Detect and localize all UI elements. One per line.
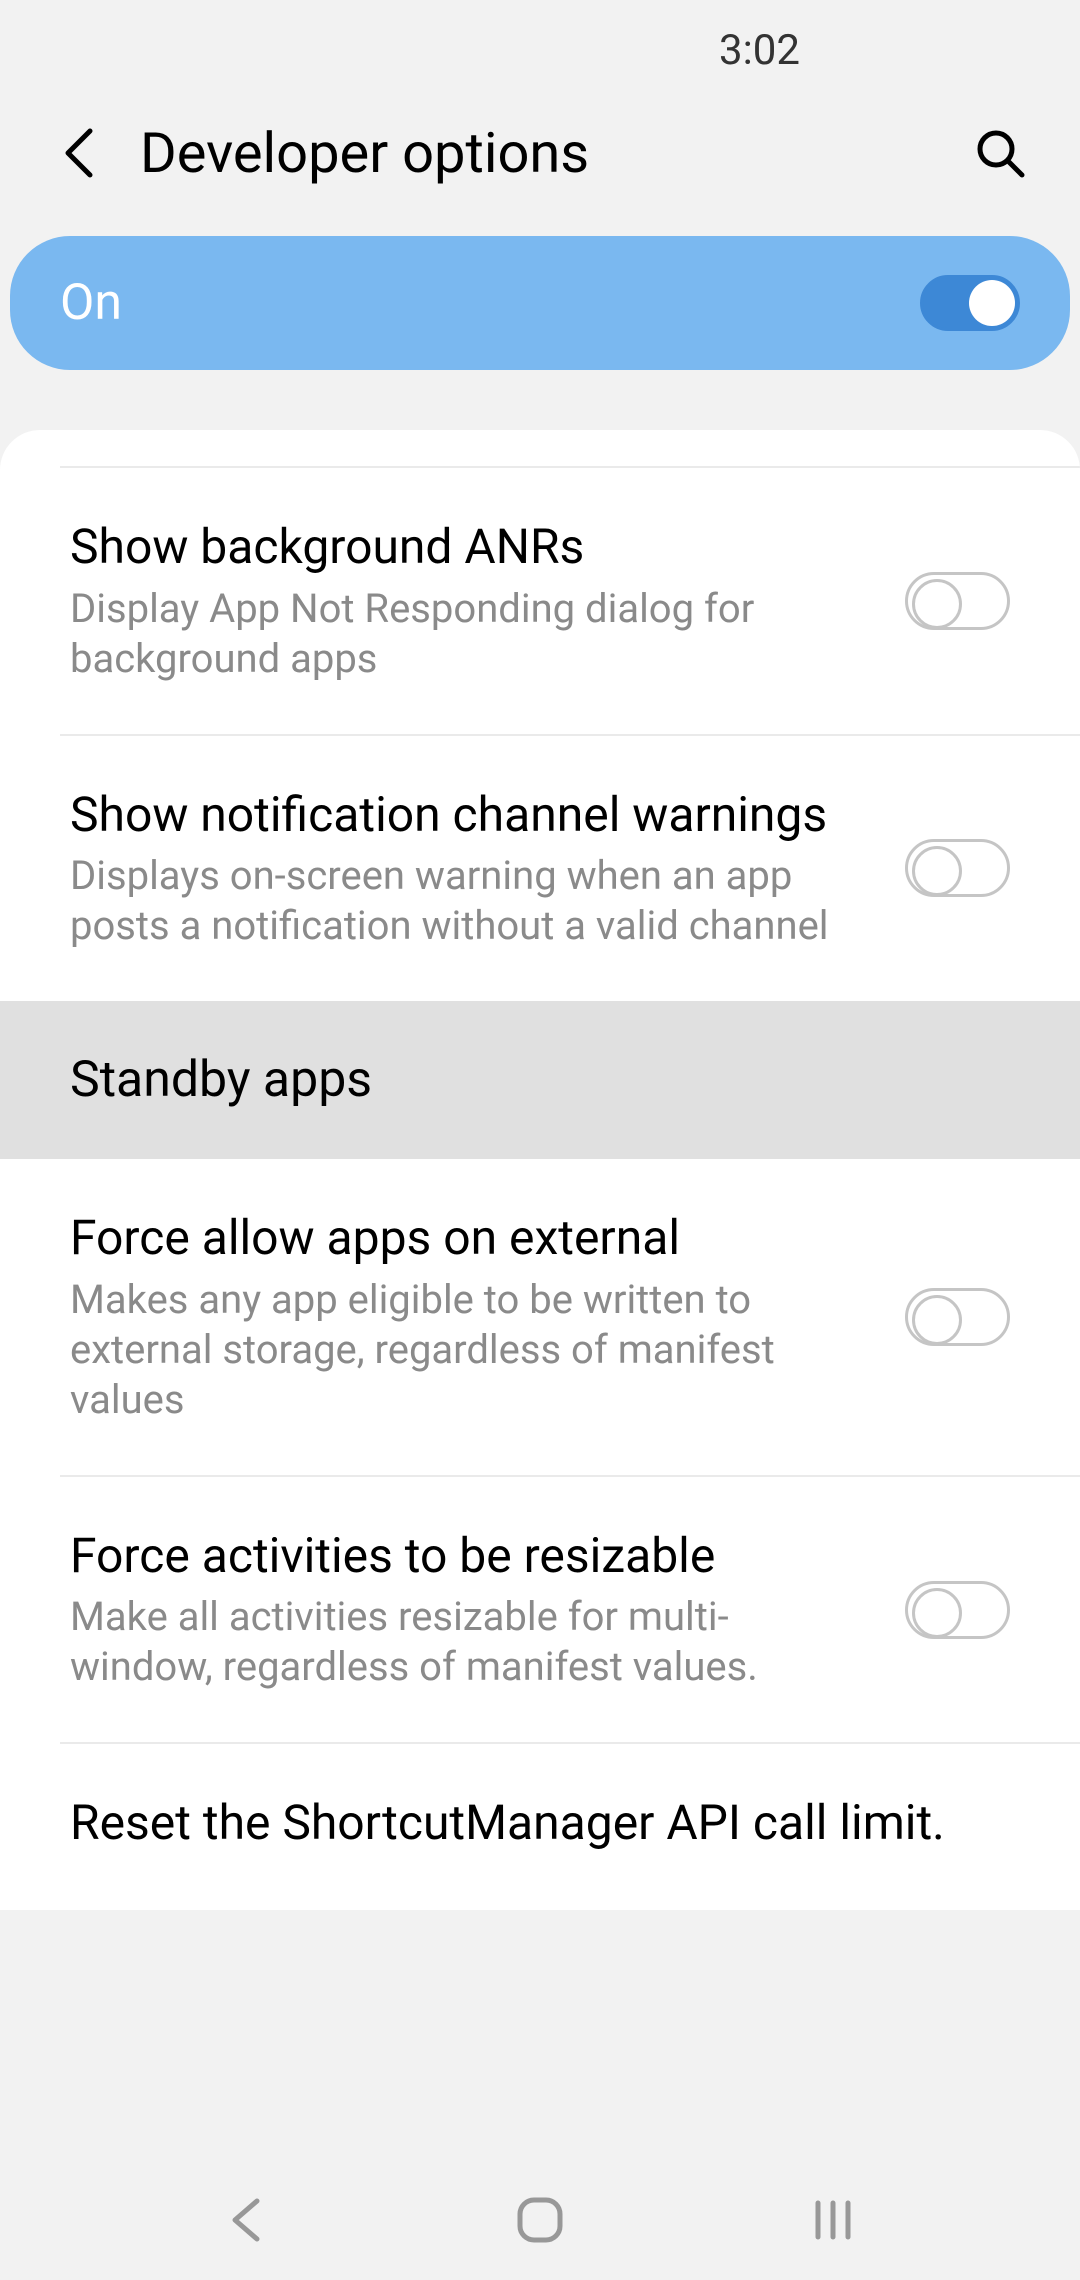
search-icon [974,127,1026,179]
toggle-force-resizable[interactable] [905,1581,1010,1639]
partial-row [0,430,1080,466]
status-time: 3:02 [719,26,800,75]
master-switch[interactable]: On [10,236,1070,370]
setting-force-resizable[interactable]: Force activities to be resizable Make al… [0,1477,1080,1743]
status-bar: 3:02 [0,0,1080,100]
setting-force-allow-external[interactable]: Force allow apps on external Makes any a… [0,1159,1080,1475]
header: Developer options [0,100,1080,236]
setting-text: Show background ANRs Display App Not Res… [70,518,865,684]
toggle-notification-channel-warnings[interactable] [905,839,1010,897]
nav-home-icon [515,2195,565,2245]
setting-text: Show notification channel warnings Displ… [70,786,865,952]
master-label: On [60,274,122,332]
back-icon [60,123,100,183]
nav-home-button[interactable] [510,2190,570,2250]
setting-desc: Displays on-screen warning when an app p… [70,851,865,951]
nav-recents-icon [808,2195,858,2245]
standby-apps-label: Standby apps [70,1051,1010,1109]
toggle-show-background-anrs[interactable] [905,572,1010,630]
setting-title: Show background ANRs [70,518,865,576]
toggle-force-allow-external[interactable] [905,1288,1010,1346]
master-toggle[interactable] [920,275,1020,331]
setting-notification-channel-warnings[interactable]: Show notification channel warnings Displ… [0,736,1080,1002]
settings-card: Show background ANRs Display App Not Res… [0,430,1080,1910]
setting-reset-shortcut-manager[interactable]: Reset the ShortcutManager API call limit… [0,1744,1080,1910]
nav-back-icon [227,2195,267,2245]
search-button[interactable] [970,123,1030,183]
nav-back-button[interactable] [217,2190,277,2250]
setting-desc: Display App Not Responding dialog for ba… [70,584,865,684]
setting-text: Force allow apps on external Makes any a… [70,1209,865,1425]
setting-show-background-anrs[interactable]: Show background ANRs Display App Not Res… [0,468,1080,734]
back-button[interactable] [50,123,110,183]
setting-title: Force activities to be resizable [70,1527,865,1585]
page-title: Developer options [140,120,970,186]
setting-text: Force activities to be resizable Make al… [70,1527,865,1693]
nav-recents-button[interactable] [803,2190,863,2250]
setting-text: Reset the ShortcutManager API call limit… [70,1794,1010,1860]
setting-title: Reset the ShortcutManager API call limit… [70,1794,1010,1852]
standby-apps-link[interactable]: Standby apps [0,1001,1080,1159]
setting-desc: Make all activities resizable for multi-… [70,1592,865,1692]
setting-title: Force allow apps on external [70,1209,865,1267]
setting-title: Show notification channel warnings [70,786,865,844]
setting-desc: Makes any app eligible to be written to … [70,1275,865,1425]
navigation-bar [0,2160,1080,2280]
